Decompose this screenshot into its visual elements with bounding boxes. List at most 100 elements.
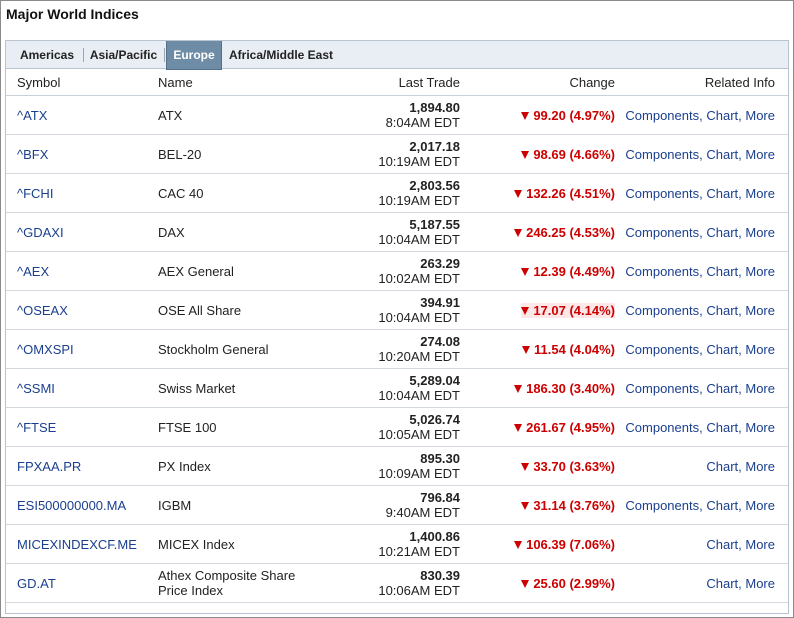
symbol-link[interactable]: ^SSMI	[17, 381, 55, 396]
index-name: MICEX Index	[158, 537, 235, 552]
index-name: AEX General	[158, 264, 234, 279]
chart-link[interactable]: Chart	[706, 420, 738, 435]
components-link[interactable]: Components	[625, 225, 699, 240]
symbol-link[interactable]: ^GDAXI	[17, 225, 64, 240]
tab-divider	[164, 48, 165, 62]
more-link[interactable]: More	[745, 459, 775, 474]
chart-link[interactable]: Chart	[706, 303, 738, 318]
last-trade-price: 1,400.86	[409, 529, 460, 544]
change-text: 99.20 (4.97%)	[533, 108, 615, 123]
chart-link[interactable]: Chart	[706, 342, 738, 357]
symbol-link[interactable]: ^BFX	[17, 147, 48, 162]
components-link[interactable]: Components	[625, 264, 699, 279]
last-trade: 1,400.86 10:21AM EDT	[378, 529, 460, 559]
tab-asia-pacific[interactable]: Asia/Pacific	[85, 41, 162, 69]
down-arrow-icon	[521, 580, 530, 588]
table-row: ESI500000000.MA IGBM 796.84 9:40AM EDT 31.14…	[6, 486, 788, 525]
change-value: 98.69 (4.66%)	[521, 147, 615, 162]
last-trade-time: 10:04AM EDT	[378, 388, 460, 403]
index-name: PX Index	[158, 459, 211, 474]
symbol-link[interactable]: ^OSEAX	[17, 303, 68, 318]
index-name: CAC 40	[158, 186, 204, 201]
tab-africa-middle-east[interactable]: Africa/Middle East	[226, 41, 336, 69]
change-value: 33.70 (3.63%)	[521, 459, 615, 474]
chart-link[interactable]: Chart	[706, 576, 738, 591]
last-trade-time: 10:04AM EDT	[378, 310, 460, 325]
chart-link[interactable]: Chart	[706, 108, 738, 123]
last-trade: 5,187.55 10:04AM EDT	[378, 217, 460, 247]
more-link[interactable]: More	[745, 225, 775, 240]
symbol-link[interactable]: FPXAA.PR	[17, 459, 81, 474]
index-name: OSE All Share	[158, 303, 242, 318]
change-text: 12.39 (4.49%)	[533, 264, 615, 279]
index-name: Swiss Market	[158, 381, 236, 396]
more-link[interactable]: More	[745, 108, 775, 123]
last-trade-time: 10:02AM EDT	[378, 271, 460, 286]
more-link[interactable]: More	[745, 264, 775, 279]
more-link[interactable]: More	[745, 342, 775, 357]
change-value: 12.39 (4.49%)	[521, 264, 615, 279]
related-info-links: Chart, More	[706, 576, 775, 591]
components-link[interactable]: Components	[625, 303, 699, 318]
last-trade-price: 895.30	[420, 451, 460, 466]
change-text: 33.70 (3.63%)	[533, 459, 615, 474]
last-trade-price: 1,894.80	[409, 100, 460, 115]
last-trade: 263.29 10:02AM EDT	[378, 256, 460, 286]
more-link[interactable]: More	[745, 147, 775, 162]
last-trade-price: 2,803.56	[409, 178, 460, 193]
components-link[interactable]: Components	[625, 381, 699, 396]
chart-link[interactable]: Chart	[706, 381, 738, 396]
last-trade-price: 394.91	[420, 295, 460, 310]
components-link[interactable]: Components	[625, 186, 699, 201]
chart-link[interactable]: Chart	[706, 459, 738, 474]
symbol-link[interactable]: ^FTSE	[17, 420, 56, 435]
last-trade-price: 796.84	[420, 490, 460, 505]
components-link[interactable]: Components	[625, 108, 699, 123]
components-link[interactable]: Components	[625, 342, 699, 357]
more-link[interactable]: More	[745, 498, 775, 513]
chart-link[interactable]: Chart	[706, 186, 738, 201]
components-link[interactable]: Components	[625, 498, 699, 513]
change-text: 11.54 (4.04%)	[534, 342, 615, 357]
symbol-link[interactable]: ^OMXSPI	[17, 342, 74, 357]
tab-americas[interactable]: Americas	[12, 41, 82, 69]
chart-link[interactable]: Chart	[706, 264, 738, 279]
more-link[interactable]: More	[745, 186, 775, 201]
chart-link[interactable]: Chart	[706, 225, 738, 240]
related-info-links: Components, Chart, More	[625, 381, 775, 396]
symbol-link[interactable]: ^AEX	[17, 264, 49, 279]
chart-link[interactable]: Chart	[706, 537, 738, 552]
more-link[interactable]: More	[745, 537, 775, 552]
last-trade-price: 263.29	[420, 256, 460, 271]
more-link[interactable]: More	[745, 381, 775, 396]
chart-link[interactable]: Chart	[706, 498, 738, 513]
last-trade-price: 5,289.04	[409, 373, 460, 388]
symbol-link[interactable]: GD.AT	[17, 576, 56, 591]
more-link[interactable]: More	[745, 303, 775, 318]
symbol-link[interactable]: ESI500000000.MA	[17, 498, 126, 513]
table-row: ^BFX BEL-20 2,017.18 10:19AM EDT 98.69 (4.66…	[6, 135, 788, 174]
chart-link[interactable]: Chart	[706, 147, 738, 162]
down-arrow-icon	[522, 346, 531, 354]
change-text: 132.26 (4.51%)	[526, 186, 615, 201]
more-link[interactable]: More	[745, 576, 775, 591]
indices-window: Major World Indices Americas Asia/Pacifi…	[0, 0, 794, 618]
last-trade: 1,894.80 8:04AM EDT	[386, 100, 460, 130]
components-link[interactable]: Components	[625, 147, 699, 162]
table-row: GD.AT Athex Composite Share Price Index 83…	[6, 564, 788, 603]
symbol-link[interactable]: MICEXINDEXCF.ME	[17, 537, 137, 552]
related-info-links: Components, Chart, More	[625, 186, 775, 201]
last-trade-time: 10:19AM EDT	[378, 193, 460, 208]
change-text: 25.60 (2.99%)	[533, 576, 615, 591]
change-text: 186.30 (3.40%)	[526, 381, 615, 396]
last-trade: 830.39 10:06AM EDT	[378, 568, 460, 598]
tab-europe[interactable]: Europe	[166, 41, 222, 70]
symbol-link[interactable]: ^ATX	[17, 108, 47, 123]
more-link[interactable]: More	[745, 420, 775, 435]
table-row: ^FTSE FTSE 100 5,026.74 10:05AM EDT 261.67 (…	[6, 408, 788, 447]
change-text: 261.67 (4.95%)	[526, 420, 615, 435]
symbol-link[interactable]: ^FCHI	[17, 186, 53, 201]
last-trade-time: 10:04AM EDT	[378, 232, 460, 247]
components-link[interactable]: Components	[625, 420, 699, 435]
index-name: ATX	[158, 108, 183, 123]
